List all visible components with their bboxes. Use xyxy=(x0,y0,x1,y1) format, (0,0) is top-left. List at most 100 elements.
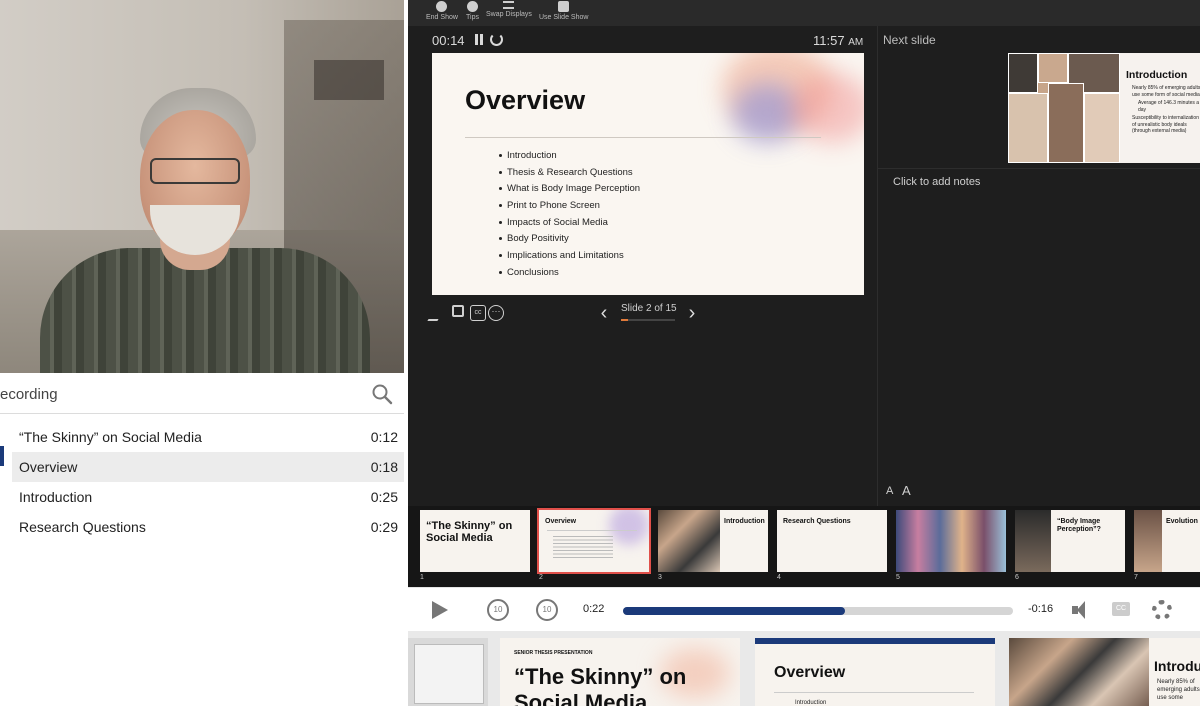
bullet-item: Conclusions xyxy=(499,267,640,284)
panel-divider xyxy=(877,26,878,506)
use-slide-show-button[interactable]: Use Slide Show xyxy=(539,1,588,21)
thumbnail-photo xyxy=(896,510,1006,572)
slide-progress-fill xyxy=(621,319,629,321)
decrease-font-button[interactable]: A xyxy=(886,485,893,497)
chapter-label: “The Skinny” on Social Media xyxy=(19,429,202,445)
more-options-icon[interactable]: ··· xyxy=(488,305,504,321)
slideshow-icon xyxy=(558,1,570,12)
chapter-item[interactable]: “The Skinny” on Social Media 0:12 xyxy=(12,422,404,452)
frame-title: “The Skinny” on Social Media xyxy=(514,664,687,706)
slide-thumbnail[interactable]: Evolution xyxy=(1134,510,1200,572)
subtitles-icon[interactable]: cc xyxy=(470,305,486,321)
filmstrip-frame[interactable]: Overview Introduction xyxy=(755,638,995,706)
slide-thumbnail-selected[interactable]: Overview xyxy=(537,508,651,574)
frame-title: Overview xyxy=(774,664,846,681)
bullet-item: Introduction xyxy=(499,150,640,167)
thumbnail-number: 7 xyxy=(1134,574,1138,581)
filmstrip-frame[interactable]: Introdu Nearly 85% of emerging adults us… xyxy=(1009,638,1200,706)
index-header: ecording xyxy=(0,374,404,414)
end-show-button[interactable]: End Show xyxy=(426,1,458,21)
pen-icon[interactable] xyxy=(427,305,447,321)
pause-icon[interactable] xyxy=(474,34,484,45)
slide-divider xyxy=(465,137,821,138)
bullet-item: Impacts of Social Media xyxy=(499,217,640,234)
forward-10-icon[interactable]: 10 xyxy=(536,599,558,621)
next-bullet: Nearly 85% of emerging adults use some f… xyxy=(1132,85,1200,98)
bullet-item: Implications and Limitations xyxy=(499,250,640,267)
toolbar-label: Tips xyxy=(466,14,479,21)
gear-icon[interactable] xyxy=(1152,600,1172,620)
presenter-toolbar: End Show Tips Swap Displays Use Slide Sh… xyxy=(408,0,1200,26)
toolbar-label: Use Slide Show xyxy=(539,14,589,21)
thumbnail-number: 5 xyxy=(896,574,900,581)
thumbnail-title: “Body Image Perception”? xyxy=(1057,518,1101,533)
swap-displays-button[interactable]: Swap Displays xyxy=(486,1,532,18)
chapter-label: Introduction xyxy=(19,489,93,505)
search-icon[interactable] xyxy=(370,382,394,406)
thumbnail-title: Overview xyxy=(545,518,577,525)
thumbnail-title: Evolution xyxy=(1166,518,1198,525)
bullet-item: Print to Phone Screen xyxy=(499,200,640,217)
notes-area[interactable]: Click to add notes xyxy=(893,176,980,188)
laser-pointer-icon[interactable] xyxy=(452,305,464,317)
thumbnail-number: 2 xyxy=(539,574,543,581)
previous-slide-button[interactable]: ‹ xyxy=(595,303,613,323)
remaining-time: -0:16 xyxy=(1028,603,1054,615)
slide-bullets: Introduction Thesis & Research Questions… xyxy=(499,150,640,284)
toolbar-label: Swap Displays xyxy=(486,11,532,18)
current-slide: Overview Introduction Thesis & Research … xyxy=(432,53,864,295)
next-slide-title: Introduction xyxy=(1126,69,1188,81)
slide-decoration xyxy=(792,73,864,143)
seek-bar[interactable] xyxy=(623,607,1013,615)
slide-progress-bar xyxy=(621,319,675,321)
elapsed-timer: 00:14 xyxy=(432,33,465,48)
video-shelf-object xyxy=(314,60,384,100)
slide-thumbnail[interactable]: “The Skinny” on Social Media xyxy=(420,510,530,572)
chapter-label: Research Questions xyxy=(19,519,146,535)
filmstrip-frame[interactable]: SENIOR THESIS PRESENTATION “The Skinny” … xyxy=(500,638,740,706)
close-icon xyxy=(436,1,448,12)
filmstrip-frame[interactable] xyxy=(408,638,488,706)
volume-icon[interactable] xyxy=(1072,601,1094,619)
chapter-time: 0:25 xyxy=(370,489,398,505)
next-slide-label: Next slide xyxy=(883,33,936,47)
slide-thumbnail[interactable]: “Body Image Perception”? xyxy=(1015,510,1125,572)
swap-icon xyxy=(503,1,515,9)
seek-bar-fill xyxy=(623,607,846,615)
slide-counter: Slide 2 of 15 xyxy=(621,303,677,314)
collage-photo xyxy=(1048,83,1084,163)
player-controls: 10 10 0:22 -0:16 CC xyxy=(408,587,1200,631)
collage-photo xyxy=(1084,93,1120,163)
next-bullet: Susceptibility to internalization of unr… xyxy=(1132,115,1199,134)
collage-photo xyxy=(1008,93,1048,163)
captions-button[interactable]: CC xyxy=(1112,602,1130,616)
chapter-time: 0:12 xyxy=(370,429,398,445)
next-slide-button[interactable]: › xyxy=(683,303,701,323)
chapter-item[interactable]: Research Questions 0:29 xyxy=(12,512,404,542)
rewind-10-icon[interactable]: 10 xyxy=(487,599,509,621)
slide-thumbnail[interactable]: Introduction xyxy=(658,510,768,572)
tips-button[interactable]: Tips xyxy=(466,1,479,21)
frame-divider xyxy=(774,692,974,693)
index-title: ecording xyxy=(0,386,58,403)
presenter-view: End Show Tips Swap Displays Use Slide Sh… xyxy=(408,0,1200,587)
play-icon[interactable] xyxy=(432,601,448,619)
next-slide-preview: Introduction Nearly 85% of emerging adul… xyxy=(1008,53,1200,163)
bullet-item: Thesis & Research Questions xyxy=(499,167,640,184)
chapter-item-active[interactable]: Overview 0:18 xyxy=(12,452,404,482)
slide-thumbnail[interactable] xyxy=(896,510,1006,572)
thumbnail-photo xyxy=(1015,510,1051,572)
frame-photo xyxy=(1009,638,1149,706)
chapter-item[interactable]: Introduction 0:25 xyxy=(12,482,404,512)
thumbnail-title: Introduction xyxy=(724,518,765,525)
bullet-item: Body Positivity xyxy=(499,233,640,250)
collage-photo xyxy=(1038,53,1068,83)
slide-title: Overview xyxy=(465,85,586,115)
thumbnail-photo xyxy=(658,510,720,572)
clock-time: 11:57 xyxy=(813,33,845,48)
next-slide-bullets: Nearly 85% of emerging adults use some f… xyxy=(1132,85,1200,137)
reset-timer-icon[interactable] xyxy=(490,33,503,46)
slide-thumbnail[interactable]: Research Questions xyxy=(777,510,887,572)
thumbnail-title: “The Skinny” on Social Media xyxy=(426,520,513,544)
increase-font-button[interactable]: A xyxy=(902,483,911,498)
